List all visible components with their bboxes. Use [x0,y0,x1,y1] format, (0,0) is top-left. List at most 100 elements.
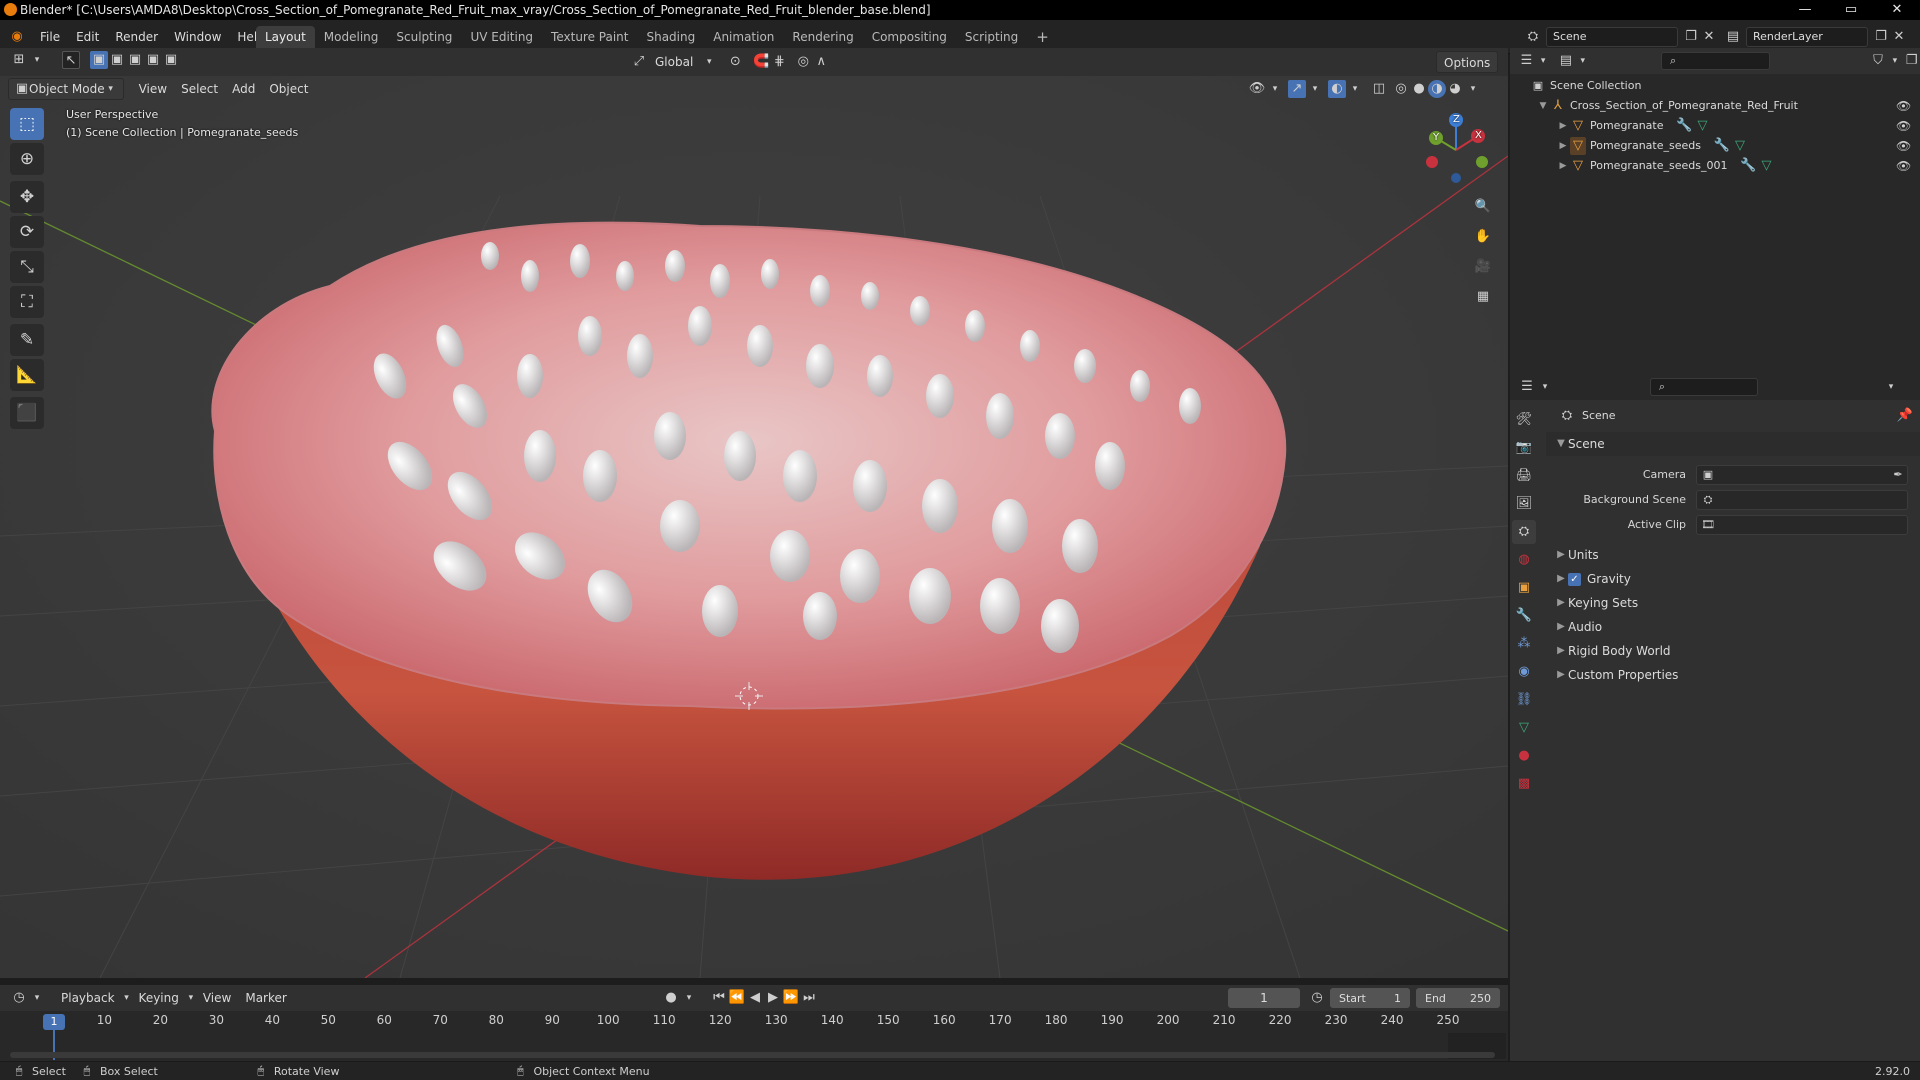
menu-view[interactable]: View [132,78,174,100]
constraints-tab-icon[interactable]: ⛓ [1512,688,1536,712]
mesh-data-icon[interactable]: ▽ [1757,157,1775,175]
move-tool[interactable]: ✥ [10,181,44,213]
outliner-row-collection[interactable]: ▼ ⅄ Cross_Section_of_Pomegranate_Red_Fru… [1510,96,1920,116]
menu-object[interactable]: Object [262,78,315,100]
output-tab-icon[interactable]: 🖨 [1512,464,1536,488]
pan-hand-icon[interactable]: ✋ [1470,224,1496,250]
active-clip-field[interactable]: 🎞 [1696,514,1908,535]
chevron-down-icon[interactable]: ▾ [680,989,698,1007]
xray-icon[interactable]: ◫ [1370,80,1388,98]
rotate-tool[interactable]: ⟳ [10,216,44,248]
next-keyframe-icon[interactable]: ⏩ [782,989,800,1007]
mesh-data-icon[interactable]: ▽ [1731,137,1749,155]
view-layer-icon[interactable]: ▤ [1724,28,1742,46]
gizmo-toggle-icon[interactable]: ↗ [1288,80,1306,98]
background-scene-field[interactable]: ⛭ [1696,489,1908,510]
data-tab-icon[interactable]: ▽ [1512,716,1536,740]
filter-icon[interactable]: ⛉ [1870,52,1887,70]
scale-tool[interactable]: ⤡ [10,251,44,283]
minimize-button[interactable]: — [1782,0,1828,20]
prev-keyframe-icon[interactable]: ⏪ [728,989,746,1007]
annotate-tool[interactable]: ✎ [10,324,44,356]
add-workspace-button[interactable]: + [1027,26,1058,48]
expand-triangle-icon[interactable]: ▶ [1556,156,1570,176]
play-icon[interactable]: ▶ [764,989,782,1007]
maximize-button[interactable]: ▭ [1828,0,1874,20]
zoom-icon[interactable]: 🔍 [1470,194,1496,220]
chevron-down-icon[interactable]: ▾ [1266,80,1284,98]
outliner-editor-icon[interactable]: ☰ [1518,52,1535,70]
audio-panel-header[interactable]: ▶ Audio [1546,615,1920,639]
modifier-wrench-icon[interactable]: 🔧 [1676,117,1694,135]
select-invert-icon[interactable]: ▣ [144,51,162,69]
close-button[interactable]: ✕ [1874,0,1920,20]
keying-sets-panel-header[interactable]: ▶ Keying Sets [1546,591,1920,615]
particles-tab-icon[interactable]: ⁂ [1512,632,1536,656]
chevron-down-icon[interactable]: ▾ [1346,80,1364,98]
scene-icon[interactable]: ⛭ [1524,28,1542,46]
texture-tab-icon[interactable]: ▩ [1512,772,1536,796]
tool-tab-icon[interactable]: 🛠 [1512,408,1536,432]
tab-modeling[interactable]: Modeling [315,26,388,48]
visibility-icon[interactable]: 👁 [1248,80,1266,98]
render-tab-icon[interactable]: 📷 [1512,436,1536,460]
chevron-down-icon[interactable]: ▾ [1536,378,1554,396]
editor-type-icon[interactable]: ⊞ [10,51,28,69]
menu-playback[interactable]: Playback [54,987,122,1009]
mesh-data-icon[interactable]: ▽ [1694,117,1712,135]
menu-add[interactable]: Add [225,78,262,100]
end-frame-field[interactable]: End 250 [1416,988,1500,1008]
chevron-down-icon[interactable]: ▾ [1464,80,1482,98]
tab-compositing[interactable]: Compositing [863,26,956,48]
view-layer-tab-icon[interactable]: 🖼 [1512,492,1536,516]
eye-icon[interactable]: 👁 [1896,96,1911,116]
custom-properties-panel-header[interactable]: ▶ Custom Properties [1546,663,1920,687]
scene-name-field[interactable]: Scene [1546,27,1678,47]
scene-tab-icon[interactable]: ⛭ [1512,520,1536,544]
world-tab-icon[interactable]: ◍ [1512,548,1536,572]
add-cube-tool[interactable]: ⬛ [10,397,44,429]
select-intersect-icon[interactable]: ▣ [162,51,180,69]
jump-start-icon[interactable]: ⏮ [710,989,728,1007]
camera-field[interactable]: ▣ ✒ [1696,464,1908,485]
eye-icon[interactable]: 👁 [1896,156,1911,176]
jump-end-icon[interactable]: ⏭ [800,989,818,1007]
gravity-checkbox[interactable]: ✓ [1568,572,1581,586]
cursor-tool[interactable]: ⊕ [10,143,44,175]
tab-uv-editing[interactable]: UV Editing [461,26,542,48]
playhead-indicator[interactable]: 1 [43,1014,65,1030]
delete-view-layer-icon[interactable]: ✕ [1890,28,1908,46]
chevron-down-icon[interactable]: ▾ [28,51,46,69]
orientation-icon[interactable]: ⤢ [630,53,648,71]
options-dropdown[interactable]: Options [1436,51,1499,73]
snap-target-icon[interactable]: ⋕ [770,53,788,71]
new-collection-icon[interactable]: ❐ [1903,52,1920,70]
play-reverse-icon[interactable]: ◀ [746,989,764,1007]
chevron-down-icon[interactable]: ▾ [1306,80,1324,98]
outliner-row-object[interactable]: ▶ ▽ Pomegranate_seeds_001 🔧 ▽ 👁 [1510,156,1920,176]
orientation-dropdown[interactable]: Global [648,51,700,73]
timeline-scrollbar[interactable] [10,1052,1495,1058]
tab-scripting[interactable]: Scripting [956,26,1027,48]
new-scene-icon[interactable]: ❐ [1682,28,1700,46]
scene-panel-header[interactable]: ▼ Scene [1546,432,1920,456]
eye-icon[interactable]: 👁 [1896,116,1911,136]
start-frame-field[interactable]: Start 1 [1330,988,1410,1008]
tab-animation[interactable]: Animation [704,26,783,48]
transform-tool[interactable]: ⛶ [10,286,44,318]
delete-scene-icon[interactable]: ✕ [1700,28,1718,46]
material-shading-icon[interactable]: ◑ [1428,80,1446,98]
properties-search-input[interactable]: ⌕ [1650,378,1758,396]
view-layer-field[interactable]: RenderLayer [1746,27,1868,47]
object-tab-icon[interactable]: ▣ [1512,576,1536,600]
select-box-tool[interactable]: ⬚ [10,108,44,140]
current-frame-field[interactable]: 1 [1228,988,1300,1008]
3d-viewport[interactable]: Z X Y User Perspective (1) Scene Collect… [0,76,1508,978]
outliner-row-scene-collection[interactable]: ▣ Scene Collection [1510,76,1920,96]
ortho-grid-icon[interactable]: ▦ [1470,284,1496,310]
proportional-edit-icon[interactable]: ◎ [794,53,812,71]
pivot-icon[interactable]: ⊙ [726,53,744,71]
select-tool-icon[interactable]: ↖ [62,51,80,69]
overlay-toggle-icon[interactable]: ◐ [1328,80,1346,98]
properties-editor-icon[interactable]: ☰ [1518,378,1536,396]
